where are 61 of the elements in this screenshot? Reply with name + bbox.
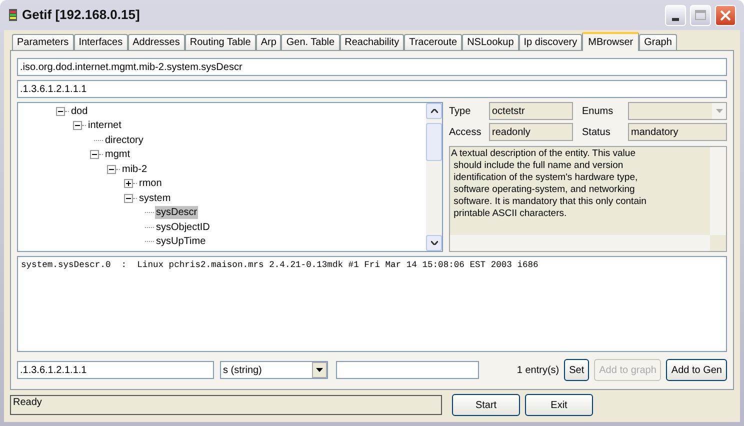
entry-count: 1 entry(s) xyxy=(516,364,560,378)
collapse-icon[interactable] xyxy=(73,121,82,130)
tab[interactable]: Reachability xyxy=(340,34,404,50)
tab[interactable]: Gen. Table xyxy=(281,34,340,50)
tab[interactable]: NSLookup xyxy=(462,34,519,50)
tab[interactable]: Addresses xyxy=(128,34,185,50)
action-button[interactable]: Set xyxy=(564,359,590,381)
status-label: Status xyxy=(582,126,612,140)
minimize-button[interactable] xyxy=(665,4,686,26)
tab[interactable]: Graph xyxy=(639,34,677,50)
tab[interactable]: MBrowser xyxy=(582,32,640,51)
oid-field[interactable]: .1.3.6.1.2.1.1.1 xyxy=(17,80,727,98)
caret-down-icon xyxy=(430,241,438,245)
tree-item[interactable]: dod xyxy=(70,104,89,118)
action-button[interactable]: Add to Gen xyxy=(666,359,727,381)
tree-item[interactable]: sysUpTime xyxy=(155,235,207,248)
tree-item[interactable]: directory xyxy=(104,134,144,147)
tab[interactable]: Arp xyxy=(256,34,282,50)
status-text: Ready xyxy=(13,396,42,409)
access-label: Access xyxy=(449,126,482,140)
scroll-up-button[interactable] xyxy=(426,103,442,119)
collapse-icon[interactable] xyxy=(56,106,65,116)
vertical-scrollbar[interactable] xyxy=(710,147,726,235)
close-button[interactable] xyxy=(715,4,736,26)
result-line: system.sysDescr.0 : Linux pchris2.maison.mrs 2.4.21-0.13mdk #1 Fri Mar 14 15:08:06 EST 2003 i686 xyxy=(21,260,540,271)
status-field: mandatory xyxy=(628,123,727,141)
close-icon xyxy=(720,10,731,20)
caret-up-icon xyxy=(430,109,438,113)
horizontal-scrollbar[interactable] xyxy=(450,235,710,251)
scroll-down-button[interactable] xyxy=(426,235,442,251)
tree-item[interactable]: internet xyxy=(87,119,122,132)
collapse-icon[interactable] xyxy=(124,194,133,203)
tree-item[interactable]: rmon xyxy=(138,177,163,190)
path-field[interactable]: .iso.org.dod.internet.mgmt.mib-2.system.sysDescr xyxy=(17,58,727,76)
tree-item[interactable]: sysDescr xyxy=(155,206,198,220)
collapse-icon[interactable] xyxy=(107,164,116,174)
type-dropdown[interactable]: s (string) xyxy=(220,361,328,379)
tab[interactable]: Ip discovery xyxy=(518,34,582,50)
tab[interactable]: Parameters xyxy=(12,34,74,50)
access-field: readonly xyxy=(489,123,573,141)
expand-icon[interactable] xyxy=(124,179,133,188)
description-text: A textual description of the entity. This value should include the full name and version identification of the system's hardware type, software operating-system, and networking software. It is mandatory that this only contain printable ASCII characters. xyxy=(450,147,648,221)
footer-button[interactable]: Start xyxy=(452,394,520,416)
tab[interactable]: Interfaces xyxy=(74,34,128,50)
app-icon xyxy=(8,9,18,21)
scrollbar[interactable] xyxy=(426,103,442,251)
value-field[interactable] xyxy=(336,361,479,379)
type-label: Type xyxy=(449,104,472,118)
tree-item[interactable]: sysObjectID xyxy=(155,220,211,234)
set-oid-field[interactable]: .1.3.6.1.2.1.1.1 xyxy=(17,361,214,379)
type-field: octetstr xyxy=(489,102,573,120)
enums-label: Enums xyxy=(582,104,614,118)
scroll-thumb[interactable] xyxy=(426,123,442,161)
tab[interactable]: Routing Table xyxy=(184,34,256,50)
tree-item[interactable]: mib-2 xyxy=(121,162,148,176)
window-title: Getif [192.168.0.15] xyxy=(22,6,140,24)
tree-item[interactable]: system xyxy=(138,192,172,205)
tab[interactable]: Traceroute xyxy=(404,34,462,50)
footer-button[interactable]: Exit xyxy=(525,394,593,416)
tree-item[interactable]: mgmt xyxy=(104,148,131,162)
collapse-icon[interactable] xyxy=(90,150,99,160)
